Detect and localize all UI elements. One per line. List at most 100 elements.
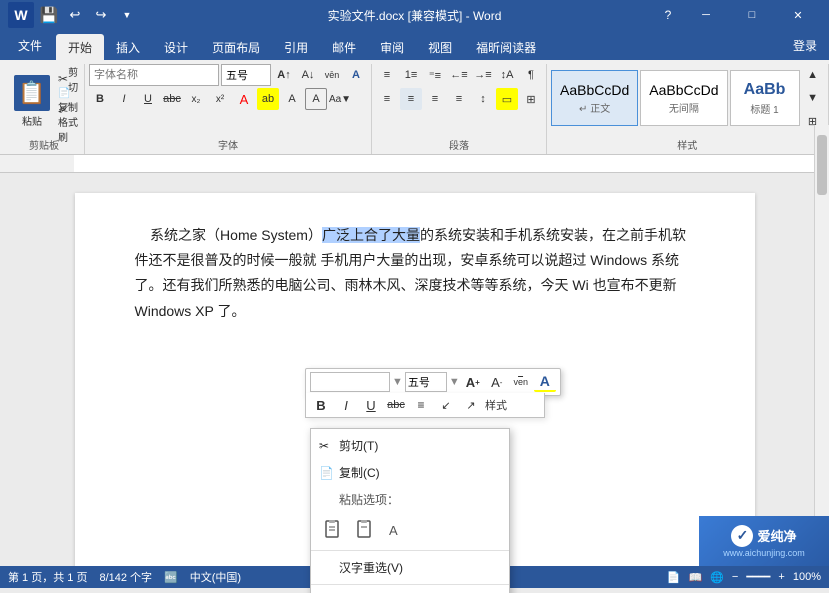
tab-file[interactable]: 文件 (4, 30, 56, 60)
zoom-slider[interactable]: ━━━━ (746, 572, 770, 583)
ctx-paste-btn1[interactable] (319, 517, 347, 543)
tab-references[interactable]: 引用 (272, 34, 320, 60)
style-normal[interactable]: AaBbCcDd ↵ 正文 (551, 70, 638, 126)
font-color-button[interactable]: A (233, 88, 255, 110)
context-menu: ✂ 剪切(T) 📄 复制(C) 粘贴选项： (310, 428, 510, 593)
font-name-input[interactable] (89, 64, 219, 86)
style-no-space[interactable]: AaBbCcDd 无间隔 (640, 70, 727, 126)
mini-indent-inc-button[interactable]: ↗ (460, 395, 482, 415)
font-size-label-btn[interactable]: Aa▼ (329, 88, 351, 110)
tab-page-layout[interactable]: 页面布局 (200, 34, 272, 60)
tab-review[interactable]: 审阅 (368, 34, 416, 60)
zoom-in-button[interactable]: + (778, 571, 784, 583)
view-web-icon[interactable]: 🌐 (710, 571, 724, 584)
mini-styles-button[interactable]: 样式 (485, 395, 507, 415)
zoom-level: 100% (793, 571, 821, 583)
shading-button[interactable]: ▭ (496, 88, 518, 110)
font-shrink-button[interactable]: A↓ (297, 64, 319, 86)
styles-scroll-up[interactable]: ▲ (802, 64, 824, 86)
save-qat-button[interactable]: 💾 (38, 4, 60, 26)
sort-button[interactable]: ↕A (496, 64, 518, 86)
qat-more-button[interactable]: ▼ (116, 4, 138, 26)
mini-fontsize-dropdown[interactable]: ▼ (449, 376, 460, 388)
char-shading-button[interactable]: A (281, 88, 303, 110)
ctx-font[interactable]: A 字体(F)... (311, 588, 509, 593)
mini-indent-dec-button[interactable]: ↙ (435, 395, 457, 415)
mini-grow-button[interactable]: A+ (462, 372, 484, 392)
tab-view[interactable]: 视图 (416, 34, 464, 60)
restore-button[interactable]: □ (729, 0, 775, 30)
scrollbar-thumb[interactable] (817, 135, 827, 195)
borders-button[interactable]: ⊞ (520, 88, 542, 110)
bullets-button[interactable]: ≡ (376, 64, 398, 86)
underline-button[interactable]: U (137, 88, 159, 110)
justify-button[interactable]: ≡ (448, 88, 470, 110)
tab-design[interactable]: 设计 (152, 34, 200, 60)
style-nospace-preview: AaBbCcDd (649, 82, 718, 98)
mini-font-dropdown[interactable]: ▼ (392, 376, 403, 388)
mini-color-button[interactable]: A (534, 372, 556, 392)
undo-qat-button[interactable]: ↩ (64, 4, 86, 26)
cut-button[interactable]: ✂ 剪切 (58, 69, 80, 89)
mini-format-button[interactable]: ven (510, 372, 532, 392)
mini-bullets-button[interactable]: ≡ (410, 395, 432, 415)
strikethrough-button[interactable]: abc (161, 88, 183, 110)
view-read-icon[interactable]: 📖 (688, 571, 702, 584)
status-language: 中文(中国) (190, 569, 241, 585)
subscript-button[interactable]: x₂ (185, 88, 207, 110)
highlight-color-button[interactable]: ab (257, 88, 279, 110)
ctx-hanzi[interactable]: 汉字重选(V) (311, 554, 509, 581)
minimize-button[interactable]: ─ (683, 0, 729, 30)
paste-button[interactable]: 📋 粘贴 (8, 64, 56, 138)
font-row1: A↑ A↓ vēn A (89, 64, 367, 86)
paste-label: 粘贴 (22, 113, 42, 128)
clear-format-button[interactable]: A (345, 64, 367, 86)
indent-dec-button[interactable]: ←≡ (448, 64, 470, 86)
multilevel-button[interactable]: ⁼≡ (424, 64, 446, 86)
mini-font-input[interactable] (310, 372, 390, 392)
align-left-button[interactable]: ≡ (376, 88, 398, 110)
brand-name: 爱纯净 (757, 526, 796, 545)
font-grow-button[interactable]: A↑ (273, 64, 295, 86)
close-button[interactable]: ✕ (775, 0, 821, 30)
tab-mailings[interactable]: 邮件 (320, 34, 368, 60)
font-size-input[interactable] (221, 64, 271, 86)
mini-underline-button[interactable]: U (360, 395, 382, 415)
style-heading1[interactable]: AaBb 标题 1 (730, 70, 800, 126)
redo-qat-button[interactable]: ↪ (90, 4, 112, 26)
format-painter-button[interactable]: 🖌 格式刷 (58, 113, 80, 133)
ctx-paste-btn3[interactable]: A (383, 517, 411, 543)
numbering-button[interactable]: 1≡ (400, 64, 422, 86)
superscript-button[interactable]: x² (209, 88, 231, 110)
tab-insert[interactable]: 插入 (104, 34, 152, 60)
align-center-button[interactable]: ≡ (400, 88, 422, 110)
styles-scroll-down[interactable]: ▼ (802, 87, 824, 109)
mini-italic-button[interactable]: I (335, 395, 357, 415)
char-border-button[interactable]: A (305, 88, 327, 110)
line-spacing-button[interactable]: ↕ (472, 88, 494, 110)
tab-foxit[interactable]: 福昕阅读器 (464, 34, 548, 60)
view-print-icon[interactable]: 📄 (667, 571, 681, 584)
style-heading1-label: 标题 1 (750, 101, 778, 116)
ctx-paste-btn2[interactable] (351, 517, 379, 543)
signin-button[interactable]: 登录 (789, 37, 821, 54)
mini-shrink-button[interactable]: A- (486, 372, 508, 392)
indent-inc-button[interactable]: →≡ (472, 64, 494, 86)
ctx-copy[interactable]: 📄 复制(C) (311, 459, 509, 486)
vertical-scrollbar[interactable] (814, 125, 829, 566)
brand-url: www.aichunjing.com (723, 548, 805, 558)
show-marks-button[interactable]: ¶ (520, 64, 542, 86)
ctx-paste-options: 粘贴选项： (311, 486, 509, 513)
zoom-out-button[interactable]: − (732, 571, 738, 583)
mini-bold-button[interactable]: B (310, 395, 332, 415)
mini-fontsize-input[interactable] (405, 372, 447, 392)
mini-strikethrough-button[interactable]: abc (385, 395, 407, 415)
tab-home[interactable]: 开始 (56, 34, 104, 60)
align-right-button[interactable]: ≡ (424, 88, 446, 110)
font-format-button[interactable]: vēn (321, 64, 343, 86)
paste-text-only-icon: A (386, 519, 408, 541)
help-button[interactable]: ? (653, 0, 683, 30)
italic-button[interactable]: I (113, 88, 135, 110)
bold-button[interactable]: B (89, 88, 111, 110)
ctx-cut[interactable]: ✂ 剪切(T) (311, 432, 509, 459)
